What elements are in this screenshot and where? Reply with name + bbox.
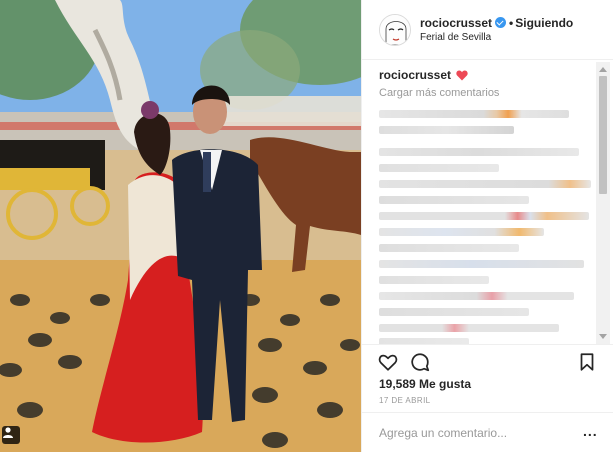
post-date[interactable]: 17 DE ABRIL: [379, 396, 431, 405]
post-sidebar: rociocrusset • Siguiendo Ferial de Sevilla…: [361, 0, 613, 452]
scroll-up-arrow-icon[interactable]: [599, 67, 607, 72]
comment-bubble-icon[interactable]: [409, 351, 431, 373]
comments-list: rociocrusset Cargar más comentarios: [362, 60, 613, 344]
header-username[interactable]: rociocrusset: [420, 16, 492, 30]
comment-input[interactable]: [379, 423, 575, 443]
header-user-line: rociocrusset • Siguiendo: [420, 16, 573, 30]
verified-badge-icon: [495, 17, 507, 28]
blurred-comment-line: [379, 244, 519, 252]
avatar-sketch: [380, 15, 410, 45]
save-glyph: [580, 353, 594, 371]
comments-scrollbar[interactable]: [596, 62, 610, 344]
blurred-comment-line: [379, 180, 591, 188]
scrollbar-thumb[interactable]: [599, 76, 607, 194]
photo-scene: [0, 0, 361, 452]
red-heart-icon: [456, 70, 469, 84]
blurred-comment-line: [379, 228, 544, 236]
post-photo[interactable]: [0, 0, 361, 452]
profile-avatar-icon[interactable]: [379, 14, 411, 46]
blurred-comment-line: [379, 292, 574, 300]
following-button[interactable]: Siguiendo: [515, 16, 573, 30]
user-tag-glyph: [3, 427, 13, 438]
blurred-comment-line: [379, 126, 514, 134]
post-header: rociocrusset • Siguiendo Ferial de Sevilla: [362, 0, 613, 60]
bookmark-icon[interactable]: [576, 351, 598, 373]
blurred-comment-line: [379, 164, 499, 172]
add-comment-section: ...: [362, 412, 613, 452]
heart-outline-icon[interactable]: [377, 351, 399, 373]
blurred-comment-line: [379, 110, 569, 118]
comment-glyph: [411, 353, 430, 372]
header-location[interactable]: Ferial de Sevilla: [420, 32, 491, 43]
scroll-down-arrow-icon[interactable]: [599, 334, 607, 339]
blurred-comment-line: [379, 324, 559, 332]
header-separator: •: [509, 16, 514, 30]
red-heart-glyph: [456, 70, 469, 81]
blurred-comment-line: [379, 260, 584, 268]
blurred-comment-line: [379, 148, 579, 156]
more-options-button[interactable]: ...: [583, 424, 598, 438]
like-glyph: [378, 354, 398, 371]
blurred-comment-line: [379, 308, 529, 316]
load-more-comments-link[interactable]: Cargar más comentarios: [379, 87, 499, 99]
likes-count[interactable]: 19,589 Me gusta: [379, 377, 471, 391]
post-actions: [362, 344, 613, 378]
caption-username[interactable]: rociocrusset: [379, 68, 451, 82]
user-tag-icon[interactable]: [2, 426, 20, 444]
caption: rociocrusset: [379, 68, 469, 84]
blurred-comment-line: [379, 212, 589, 220]
blurred-comment-line: [379, 276, 489, 284]
blurred-comment-line: [379, 196, 529, 204]
